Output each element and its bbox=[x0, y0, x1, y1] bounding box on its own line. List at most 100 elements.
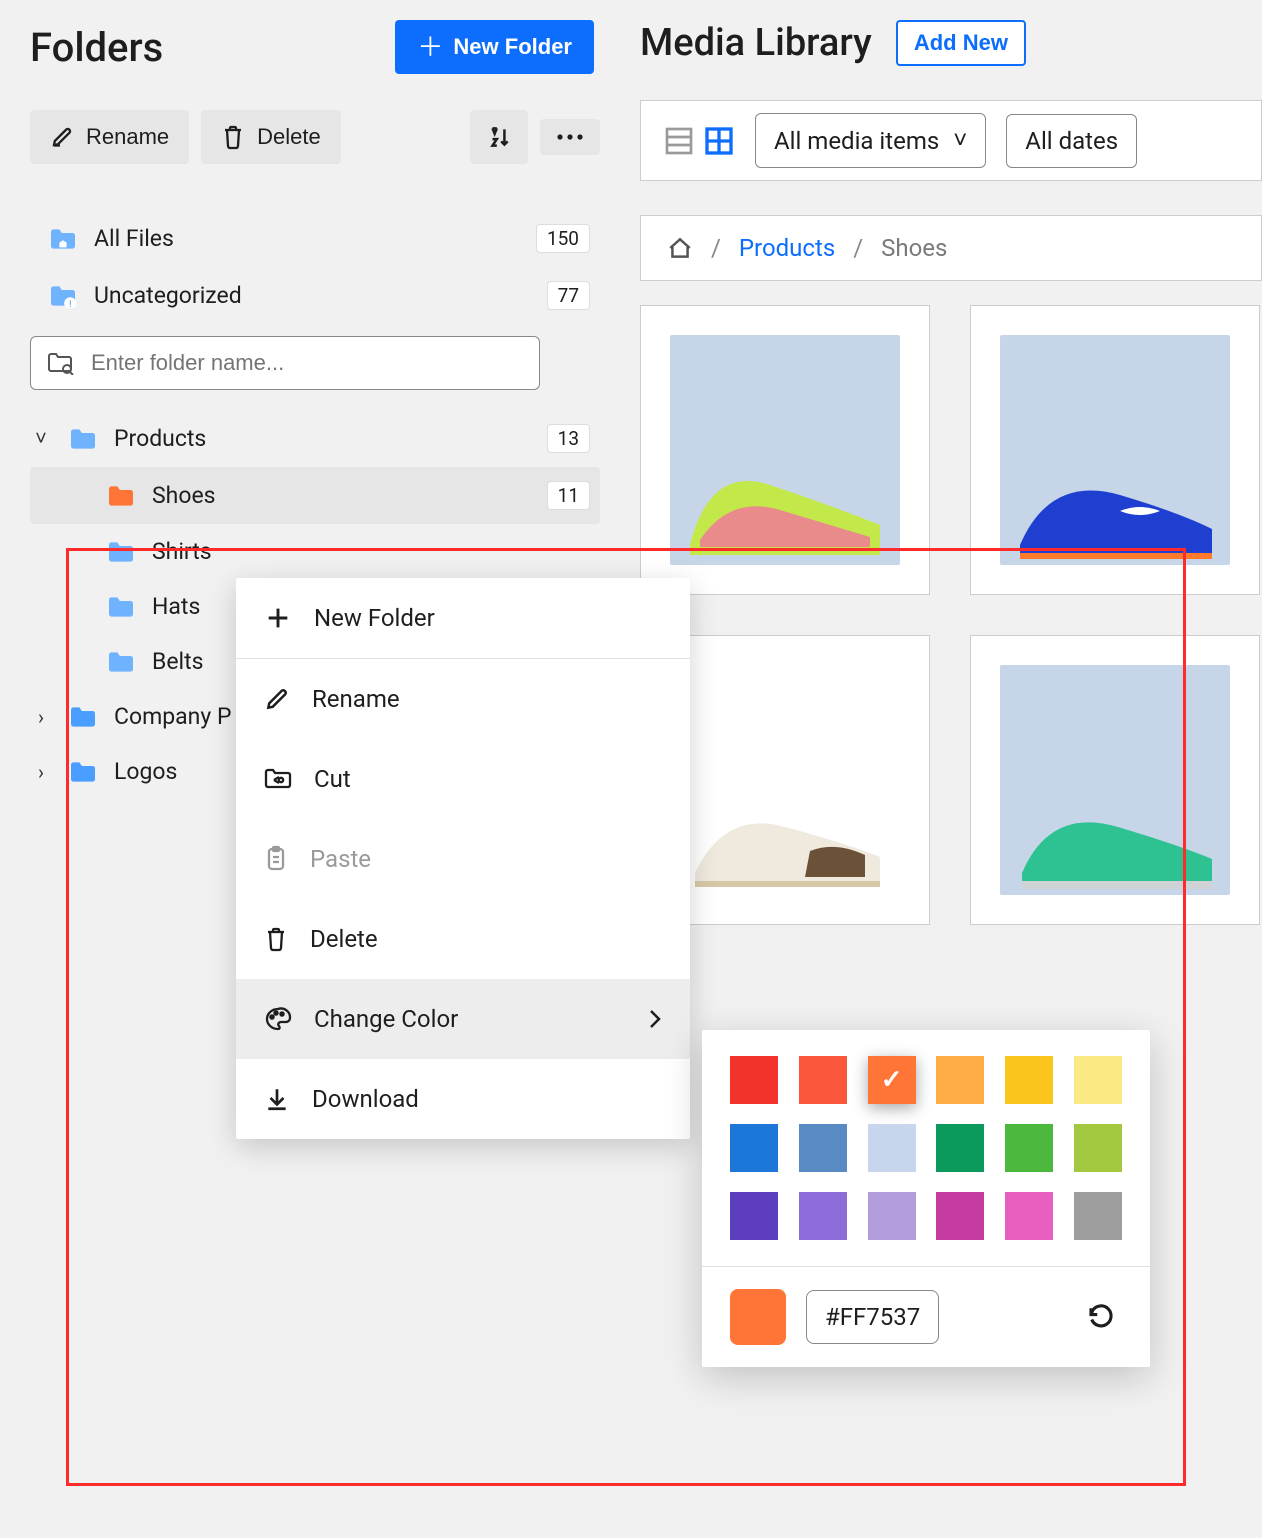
cm-cut-label: Cut bbox=[314, 765, 351, 793]
shoes-label: Shoes bbox=[152, 482, 216, 509]
svg-text:!: ! bbox=[69, 298, 71, 307]
folder-icon bbox=[68, 760, 98, 784]
plus-icon: ＋ bbox=[417, 34, 443, 60]
cm-delete-label: Delete bbox=[310, 925, 378, 953]
trash-icon bbox=[221, 124, 245, 150]
trash-icon bbox=[264, 925, 288, 953]
folder-icon bbox=[106, 595, 136, 619]
cm-download-label: Download bbox=[312, 1085, 419, 1113]
media-type-label: All media items bbox=[774, 127, 939, 155]
cm-new-folder[interactable]: New Folder bbox=[236, 578, 690, 658]
shoe-thumbnail-icon bbox=[1000, 755, 1230, 895]
cm-paste-label: Paste bbox=[310, 845, 371, 873]
folder-icon bbox=[106, 650, 136, 674]
cm-change-color[interactable]: Change Color bbox=[236, 979, 690, 1059]
new-folder-button[interactable]: ＋ New Folder bbox=[395, 20, 594, 74]
color-picker: #FF7537 bbox=[702, 1030, 1150, 1367]
reset-color-button[interactable] bbox=[1080, 1301, 1122, 1333]
folder-shirts[interactable]: Shirts bbox=[30, 524, 600, 579]
folder-context-menu: New Folder Rename Cut Paste Delete Chang… bbox=[236, 578, 690, 1139]
cm-rename[interactable]: Rename bbox=[236, 659, 690, 739]
shoe-thumbnail-icon bbox=[670, 755, 900, 895]
color-swatch[interactable] bbox=[936, 1056, 984, 1104]
color-swatch[interactable] bbox=[1074, 1056, 1122, 1104]
delete-label: Delete bbox=[257, 124, 321, 150]
belts-label: Belts bbox=[152, 648, 204, 675]
shoe-thumbnail-icon bbox=[1000, 425, 1230, 565]
clipboard-icon bbox=[264, 845, 288, 873]
color-swatch[interactable] bbox=[730, 1056, 778, 1104]
media-item[interactable] bbox=[970, 635, 1260, 925]
all-files-count: 150 bbox=[536, 224, 590, 253]
folder-search-input[interactable] bbox=[89, 349, 523, 377]
color-swatch[interactable] bbox=[1005, 1056, 1053, 1104]
color-swatch[interactable] bbox=[1074, 1124, 1122, 1172]
products-count: 13 bbox=[547, 424, 590, 453]
new-folder-label: New Folder bbox=[453, 34, 572, 60]
home-folder-icon bbox=[48, 227, 78, 251]
folder-products[interactable]: ˅ Products 13 bbox=[30, 410, 600, 467]
color-swatch[interactable] bbox=[868, 1192, 916, 1240]
uncategorized-count: 77 bbox=[547, 281, 590, 310]
date-filter[interactable]: All dates bbox=[1006, 114, 1137, 168]
breadcrumb: / Products / Shoes bbox=[640, 215, 1262, 281]
hex-input[interactable]: #FF7537 bbox=[806, 1290, 939, 1344]
cm-change-color-label: Change Color bbox=[314, 1005, 458, 1033]
cm-paste: Paste bbox=[236, 819, 690, 899]
breadcrumb-current: Shoes bbox=[881, 234, 947, 262]
ellipsis-icon bbox=[556, 133, 584, 141]
media-type-filter[interactable]: All media items ˅ bbox=[755, 113, 986, 168]
folder-search[interactable] bbox=[30, 336, 540, 390]
color-swatch[interactable] bbox=[936, 1124, 984, 1172]
color-swatch[interactable] bbox=[936, 1192, 984, 1240]
chevron-right-icon bbox=[648, 1008, 662, 1030]
view-grid-icon[interactable] bbox=[703, 125, 735, 157]
color-swatch[interactable] bbox=[868, 1056, 916, 1104]
color-swatch[interactable] bbox=[730, 1124, 778, 1172]
breadcrumb-separator: / bbox=[711, 234, 721, 262]
media-item[interactable] bbox=[640, 305, 930, 595]
chevron-right-icon[interactable]: › bbox=[30, 760, 52, 784]
delete-button[interactable]: Delete bbox=[201, 110, 341, 164]
color-swatch[interactable] bbox=[1005, 1192, 1053, 1240]
current-color-swatch[interactable] bbox=[730, 1289, 786, 1345]
cm-download[interactable]: Download bbox=[236, 1059, 690, 1139]
more-button[interactable] bbox=[540, 119, 600, 155]
cm-cut[interactable]: Cut bbox=[236, 739, 690, 819]
color-swatch[interactable] bbox=[1074, 1192, 1122, 1240]
cm-new-folder-label: New Folder bbox=[314, 604, 435, 632]
uncategorized-label: Uncategorized bbox=[94, 282, 242, 309]
palette-icon bbox=[264, 1006, 292, 1032]
folder-shoes[interactable]: Shoes 11 bbox=[30, 467, 600, 524]
folder-search-icon bbox=[47, 351, 75, 375]
pencil-icon bbox=[50, 125, 74, 149]
rename-label: Rename bbox=[86, 124, 169, 150]
filter-bar: All media items ˅ All dates bbox=[640, 100, 1262, 181]
warn-folder-icon: ! bbox=[48, 284, 78, 308]
cm-delete[interactable]: Delete bbox=[236, 899, 690, 979]
chevron-down-icon[interactable]: ˅ bbox=[30, 426, 52, 451]
color-swatch[interactable] bbox=[868, 1124, 916, 1172]
download-icon bbox=[264, 1086, 290, 1112]
color-swatch[interactable] bbox=[799, 1056, 847, 1104]
folder-icon bbox=[68, 705, 98, 729]
products-label: Products bbox=[114, 425, 206, 452]
folder-all-files[interactable]: All Files 150 bbox=[30, 210, 600, 267]
color-swatch[interactable] bbox=[799, 1192, 847, 1240]
color-swatch[interactable] bbox=[730, 1192, 778, 1240]
color-swatch[interactable] bbox=[799, 1124, 847, 1172]
add-new-button[interactable]: Add New bbox=[896, 20, 1026, 66]
home-icon[interactable] bbox=[667, 236, 693, 260]
view-list-icon[interactable] bbox=[663, 125, 695, 157]
sort-button[interactable] bbox=[470, 110, 528, 164]
breadcrumb-products[interactable]: Products bbox=[739, 234, 835, 262]
plus-icon bbox=[264, 604, 292, 632]
shirts-label: Shirts bbox=[152, 538, 212, 565]
date-filter-label: All dates bbox=[1025, 127, 1118, 155]
media-item[interactable] bbox=[970, 305, 1260, 595]
sidebar-title: Folders bbox=[30, 24, 163, 71]
chevron-right-icon[interactable]: › bbox=[30, 705, 52, 729]
color-swatch[interactable] bbox=[1005, 1124, 1053, 1172]
folder-uncategorized[interactable]: ! Uncategorized 77 bbox=[30, 267, 600, 324]
rename-button[interactable]: Rename bbox=[30, 110, 189, 164]
